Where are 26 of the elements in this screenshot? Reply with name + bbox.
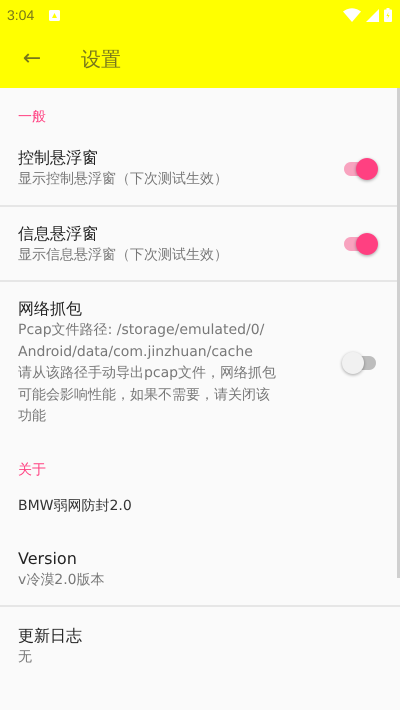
section-header: 关于: [17, 460, 47, 480]
setting-title: 信息悬浮窗: [18, 222, 99, 244]
setting-row[interactable]: 更新日志 无: [0, 607, 400, 682]
setting-summary: Pcap文件路径: /storage/emulated/0/ Android/data/com.jinzhuan/cache 请从该路径手动导出pcap文件，网络抓包 可能会影响性能，如果不需要，请关闭该 功能: [18, 321, 278, 426]
wifi-icon: [343, 8, 361, 22]
setting-row[interactable]: 网络抓包 Pcap文件路径: /storage/emulated/0/ Android/data/com.jinzhuan/cache 请从该路径手动导出pcap文件，网络抓包 可能会影响性能，如果不需要，请关闭该 功能: [0, 282, 400, 442]
notification-icon: [49, 10, 60, 20]
setting-title: 网络抓包: [18, 298, 83, 320]
setting-title: BMW弱网防封2.0: [18, 496, 133, 516]
setting-summary: 显示控制悬浮窗（下次测试生效）: [18, 170, 229, 189]
setting-title: 更新日志: [18, 625, 83, 647]
toggle-switch[interactable]: [342, 350, 378, 375]
section-header: 一般: [17, 108, 47, 127]
setting-title: Version: [18, 548, 78, 570]
setting-summary: 无: [18, 648, 33, 667]
setting-title: 控制悬浮窗: [18, 147, 99, 169]
toggle-switch[interactable]: [342, 156, 378, 181]
setting-row[interactable]: BMW弱网防封2.0: [0, 484, 400, 530]
setting-summary: 显示信息悬浮窗（下次测试生效）: [18, 246, 229, 264]
status-time: 3:04: [7, 7, 34, 23]
back-button[interactable]: ←: [20, 43, 44, 75]
signal-icon: [366, 8, 379, 22]
battery-icon: [384, 8, 392, 22]
setting-summary: v冷漠2.0版本: [18, 570, 106, 590]
screen-title: 设置: [81, 46, 121, 72]
toggle-switch[interactable]: [342, 232, 378, 256]
